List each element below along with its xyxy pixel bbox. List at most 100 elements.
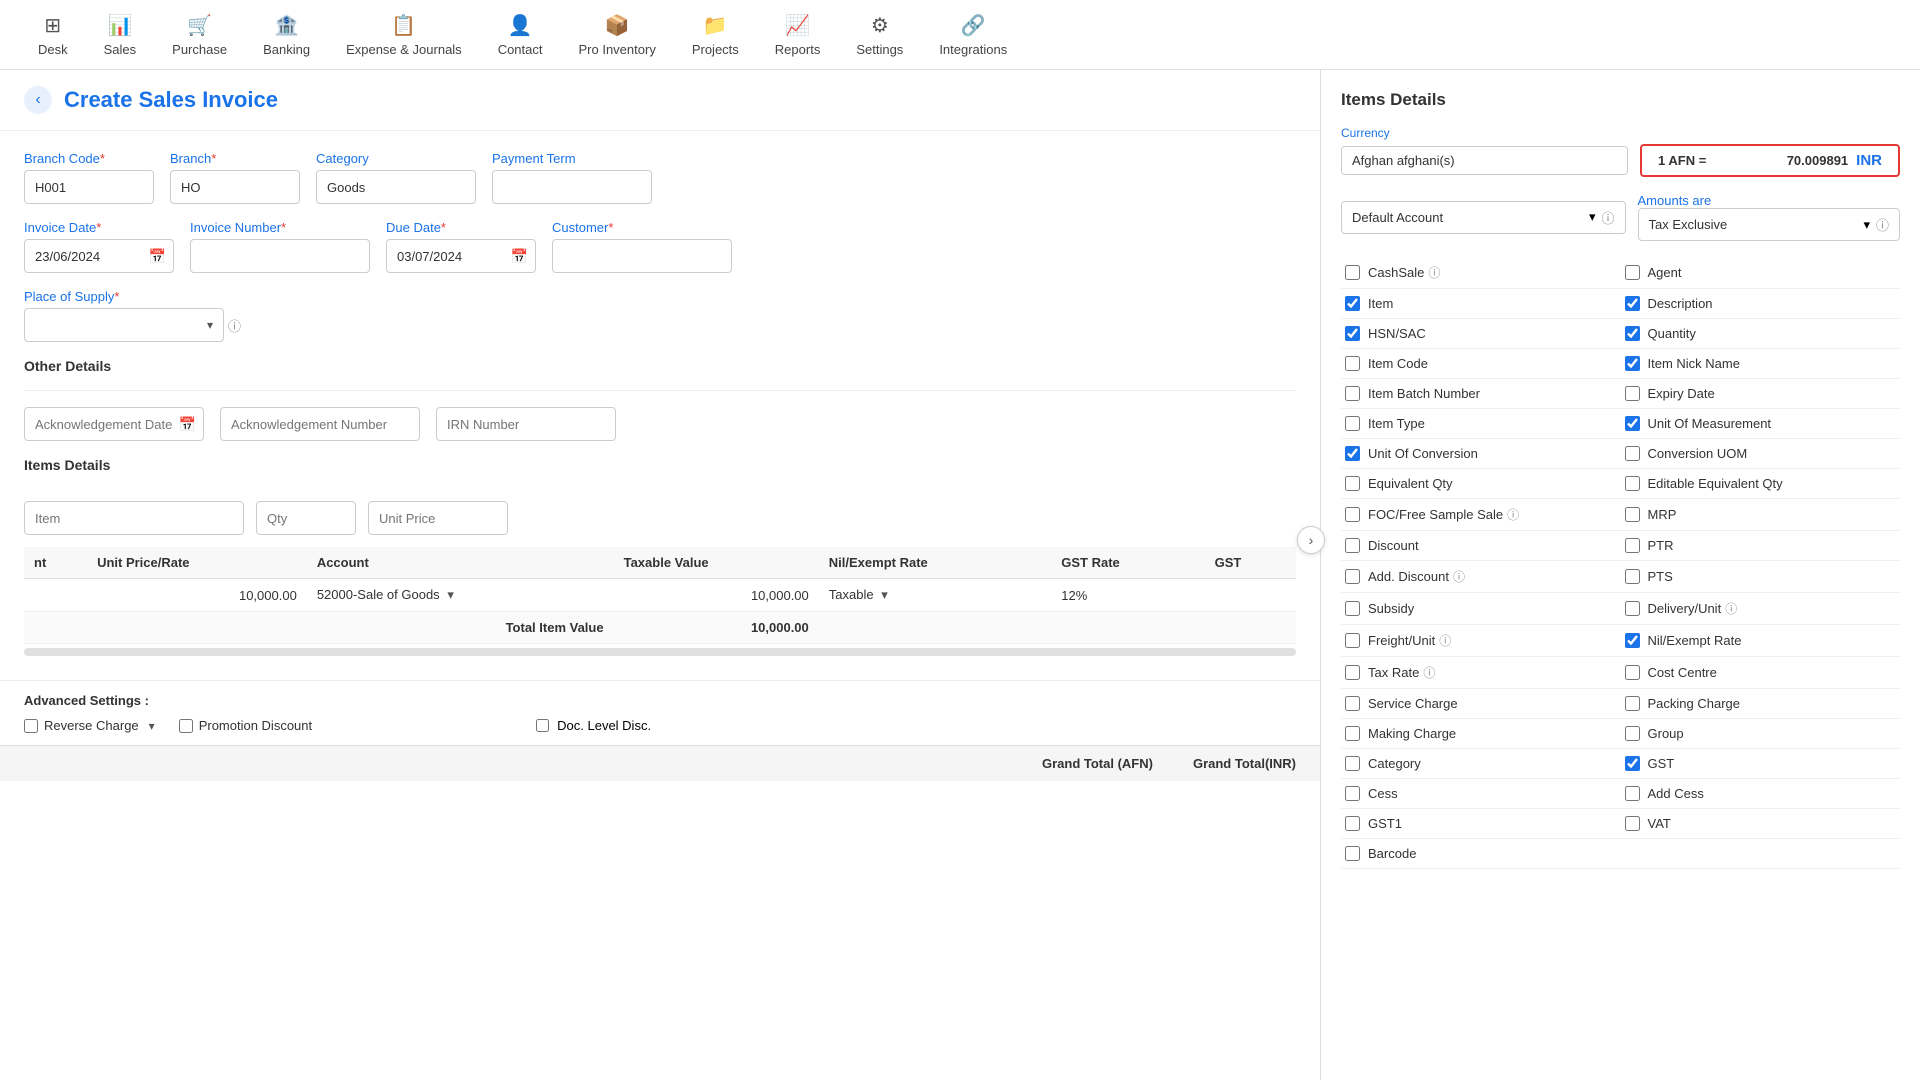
checkbox-item-cess[interactable]: Cess (1341, 779, 1621, 809)
item-input[interactable] (24, 501, 244, 535)
freightunit-info-icon[interactable]: ⓘ (1439, 632, 1451, 649)
default-account-select[interactable]: Default Account ▾ ⓘ (1341, 201, 1626, 234)
ack-date-calendar-icon[interactable]: 📅 (179, 416, 196, 433)
checkbox-item-vat[interactable]: VAT (1621, 809, 1901, 839)
place-of-supply-info-icon[interactable]: ⓘ (228, 316, 241, 335)
checkbox-item-unitconversion[interactable]: Unit Of Conversion (1341, 439, 1621, 469)
checkbox-item-gst1[interactable]: GST1 (1341, 809, 1621, 839)
checkbox-item-category[interactable]: Category (1341, 749, 1621, 779)
checkbox-item-addcess[interactable]: Add Cess (1621, 779, 1901, 809)
account-dropdown-icon[interactable]: ▾ (447, 587, 454, 602)
checkbox-subsidy[interactable] (1345, 601, 1360, 616)
checkbox-item-subsidy[interactable]: Subsidy (1341, 593, 1621, 625)
payment-term-input[interactable] (492, 170, 652, 204)
taxrate-info-icon[interactable]: ⓘ (1423, 664, 1435, 681)
nav-expense[interactable]: 📋 Expense & Journals (328, 5, 480, 65)
panel-toggle-button[interactable]: › (1297, 526, 1320, 554)
checkbox-item-empty-r-19[interactable] (1621, 839, 1901, 869)
checkbox-discount[interactable] (1345, 538, 1360, 553)
reverse-charge-label[interactable]: Reverse Charge ▾ (24, 718, 155, 733)
checkbox-mrp[interactable] (1625, 507, 1640, 522)
checkbox-quantity[interactable] (1625, 326, 1640, 341)
checkbox-item-quantity[interactable]: Quantity (1621, 319, 1901, 349)
checkbox-conversionuom[interactable] (1625, 446, 1640, 461)
checkbox-item-foc[interactable]: FOC/Free Sample Sale ⓘ (1341, 499, 1621, 531)
nav-purchase[interactable]: 🛒 Purchase (154, 5, 245, 65)
default-account-info-icon[interactable]: ⓘ (1601, 208, 1614, 227)
checkbox-expirydate[interactable] (1625, 386, 1640, 401)
unit-price-input[interactable] (368, 501, 508, 535)
checkbox-item-mrp[interactable]: MRP (1621, 499, 1901, 531)
checkbox-agent[interactable] (1625, 265, 1640, 280)
checkbox-item-editequivqty[interactable]: Editable Equivalent Qty (1621, 469, 1901, 499)
nav-sales[interactable]: 📊 Sales (86, 5, 155, 65)
adddiscount-info-icon[interactable]: ⓘ (1453, 568, 1465, 585)
checkbox-item-itemnickname[interactable]: Item Nick Name (1621, 349, 1901, 379)
reverse-charge-checkbox[interactable] (24, 719, 38, 733)
place-of-supply-select[interactable]: ▾ (24, 308, 224, 342)
checkbox-deliveryunit[interactable] (1625, 601, 1640, 616)
nav-reports[interactable]: 📈 Reports (757, 5, 839, 65)
checkbox-makingcharge[interactable] (1345, 726, 1360, 741)
due-date-calendar-icon[interactable]: 📅 (511, 248, 528, 265)
foc-info-icon[interactable]: ⓘ (1507, 506, 1519, 523)
checkbox-costcentre[interactable] (1625, 665, 1640, 680)
checkbox-item-servicecharge[interactable]: Service Charge (1341, 689, 1621, 719)
nav-desk[interactable]: ⊞ Desk (20, 5, 86, 65)
checkbox-editequivqty[interactable] (1625, 476, 1640, 491)
checkbox-item-agent[interactable]: Agent (1621, 257, 1901, 289)
checkbox-gst1[interactable] (1345, 816, 1360, 831)
customer-input[interactable] (552, 239, 732, 273)
promotion-discount-checkbox[interactable] (179, 719, 193, 733)
checkbox-gst[interactable] (1625, 756, 1640, 771)
checkbox-item-itemtype[interactable]: Item Type (1341, 409, 1621, 439)
checkbox-item-discount[interactable]: Discount (1341, 531, 1621, 561)
checkbox-servicecharge[interactable] (1345, 696, 1360, 711)
checkbox-itemcode[interactable] (1345, 356, 1360, 371)
checkbox-pts[interactable] (1625, 569, 1640, 584)
checkbox-ptr[interactable] (1625, 538, 1640, 553)
invoice-number-input[interactable] (190, 239, 370, 273)
checkbox-item-gst[interactable]: GST (1621, 749, 1901, 779)
nil-exempt-dropdown-icon[interactable]: ▾ (881, 587, 888, 602)
checkbox-item-packingcharge[interactable]: Packing Charge (1621, 689, 1901, 719)
nav-settings[interactable]: ⚙ Settings (838, 5, 921, 65)
checkbox-item-itembatch[interactable]: Item Batch Number (1341, 379, 1621, 409)
back-button[interactable]: ‹ (24, 86, 52, 114)
doc-level-disc-checkbox[interactable] (536, 719, 549, 732)
checkbox-uom[interactable] (1625, 416, 1640, 431)
checkbox-vat[interactable] (1625, 816, 1640, 831)
checkbox-packingcharge[interactable] (1625, 696, 1640, 711)
checkbox-addcess[interactable] (1625, 786, 1640, 801)
checkbox-item-hsnsac[interactable]: HSN/SAC (1341, 319, 1621, 349)
amounts-info-icon[interactable]: ⓘ (1876, 215, 1889, 234)
checkbox-equivqty[interactable] (1345, 476, 1360, 491)
checkbox-item-freightunit[interactable]: Freight/Unit ⓘ (1341, 625, 1621, 657)
deliveryunit-info-icon[interactable]: ⓘ (1725, 600, 1737, 617)
checkbox-itembatch[interactable] (1345, 386, 1360, 401)
checkbox-foc[interactable] (1345, 507, 1360, 522)
checkbox-freightunit[interactable] (1345, 633, 1360, 648)
checkbox-item-uom[interactable]: Unit Of Measurement (1621, 409, 1901, 439)
branch-code-input[interactable] (24, 170, 154, 204)
irn-number-input[interactable] (436, 407, 616, 441)
checkbox-item-conversionuom[interactable]: Conversion UOM (1621, 439, 1901, 469)
nav-proinventory[interactable]: 📦 Pro Inventory (561, 5, 674, 65)
checkbox-item-costcentre[interactable]: Cost Centre (1621, 657, 1901, 689)
checkbox-cashsale[interactable] (1345, 265, 1360, 280)
checkbox-category[interactable] (1345, 756, 1360, 771)
checkbox-itemnickname[interactable] (1625, 356, 1640, 371)
nav-banking[interactable]: 🏦 Banking (245, 5, 328, 65)
checkbox-taxrate[interactable] (1345, 665, 1360, 680)
ack-number-input[interactable] (220, 407, 420, 441)
nav-contact[interactable]: 👤 Contact (480, 5, 561, 65)
checkbox-item-deliveryunit[interactable]: Delivery/Unit ⓘ (1621, 593, 1901, 625)
ack-date-input[interactable] (24, 407, 204, 441)
checkbox-adddiscount[interactable] (1345, 569, 1360, 584)
checkbox-itemtype[interactable] (1345, 416, 1360, 431)
checkbox-cess[interactable] (1345, 786, 1360, 801)
invoice-date-calendar-icon[interactable]: 📅 (149, 248, 166, 265)
checkbox-item-cashsale[interactable]: CashSale ⓘ (1341, 257, 1621, 289)
checkbox-barcode[interactable] (1345, 846, 1360, 861)
checkbox-item-barcode[interactable]: Barcode (1341, 839, 1621, 869)
